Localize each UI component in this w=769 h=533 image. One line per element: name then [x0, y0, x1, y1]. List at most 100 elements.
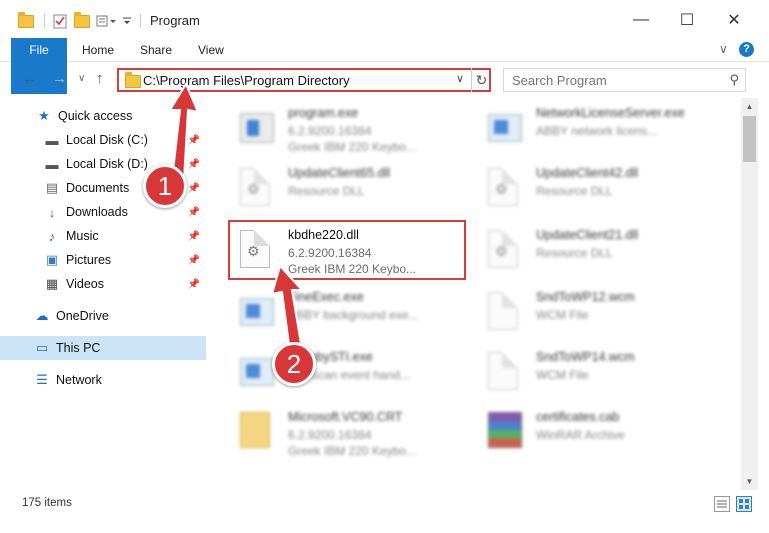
file-item[interactable]: SndToWP12.wcm WCM File [476, 282, 721, 338]
customize-toolbar-icon[interactable] [96, 12, 118, 30]
exe-icon [240, 108, 274, 148]
file-description: WinRAR Archive [536, 428, 625, 442]
status-bar: 175 items [0, 490, 769, 518]
app-icon [240, 292, 274, 332]
file-description: Resource DLL [536, 246, 613, 260]
refresh-icon[interactable]: ↻ [471, 68, 491, 92]
scroll-down-icon[interactable]: ▼ [741, 473, 758, 490]
drive-icon: ▬ [45, 156, 59, 172]
pin-icon: 📌 [187, 134, 200, 146]
file-item[interactable]: certificates.cab WinRAR Archive [476, 402, 721, 458]
pin-icon: 📌 [187, 158, 200, 170]
divider [140, 12, 141, 30]
file-name: SndToWP12.wcm [536, 290, 635, 304]
pin-icon: 📌 [187, 182, 200, 194]
file-description: WCM File [536, 368, 589, 382]
file-list: program.exe 6.2.9200.16384 Greek IBM 220… [218, 96, 740, 486]
chevron-down-icon[interactable] [122, 12, 132, 30]
file-name: UpdateClient21.dll [536, 228, 639, 242]
minimize-button[interactable]: — [618, 5, 664, 35]
back-arrow-icon[interactable]: ← [22, 70, 37, 87]
network-icon: ☰ [36, 372, 48, 387]
file-description: Resource DLL [536, 184, 613, 198]
pictures-icon: ▣ [45, 252, 59, 267]
file-item[interactable]: FineExec.exe ABBY background exe... [228, 282, 473, 338]
vertical-scrollbar[interactable]: ▲ ▼ [741, 98, 758, 490]
nav-item-videos[interactable]: ▦ Videos 📌 [0, 272, 206, 296]
nav-item-label: Local Disk (C:) [66, 133, 148, 147]
onedrive-icon: ☁ [35, 308, 49, 323]
chevron-down-icon[interactable]: ∨ [456, 72, 464, 85]
step-badge-2: 2 [272, 342, 316, 386]
folder-icon[interactable] [18, 11, 34, 30]
nav-item-local-disk-c[interactable]: ▬ Local Disk (C:) 📌 [0, 128, 206, 152]
file-item[interactable]: ScanbySTI.exe STI Scan event hand... [228, 342, 473, 398]
forward-arrow-icon[interactable]: → [52, 70, 67, 87]
properties-icon[interactable] [52, 12, 68, 30]
ribbon-collapse-icon[interactable]: ∨ [719, 42, 728, 56]
dll-icon: ⚙ [488, 168, 522, 208]
file-version: 6.2.9200.16384 [288, 428, 372, 442]
file-item[interactable]: ⚙ UpdateClient65.dll Resource DLL [228, 158, 473, 214]
nav-item-label: Quick access [58, 109, 133, 123]
videos-icon: ▦ [45, 276, 59, 291]
tab-share[interactable]: Share [128, 38, 184, 62]
file-name: certificates.cab [536, 410, 620, 424]
tab-home[interactable]: Home [70, 38, 126, 62]
details-view-icon[interactable] [714, 496, 730, 512]
address-path[interactable]: C:\Program Files\Program Directory [143, 73, 350, 88]
file-description: Resource DLL [288, 184, 365, 198]
music-icon: ♪ [48, 228, 56, 244]
search-icon[interactable]: ⚲ [729, 72, 739, 88]
step-badge-1: 1 [143, 164, 187, 208]
folder-icon [240, 412, 274, 452]
file-item[interactable]: program.exe 6.2.9200.16384 Greek IBM 220… [228, 98, 473, 154]
highlight-box [228, 220, 466, 280]
archive-icon [488, 412, 522, 452]
file-name: program.exe [288, 106, 359, 120]
file-description: Greek IBM 220 Keybo... [288, 140, 417, 154]
file-name: UpdateClient42.dll [536, 166, 639, 180]
nav-item-network[interactable]: ☰ Network [0, 368, 206, 392]
pin-icon: 📌 [187, 278, 200, 290]
file-item[interactable]: Microsoft.VC90.CRT 6.2.9200.16384 Greek … [228, 402, 473, 458]
app-icon [488, 108, 522, 148]
search-input[interactable] [512, 70, 722, 90]
nav-item-label: OneDrive [56, 309, 109, 323]
tab-view[interactable]: View [186, 38, 236, 62]
nav-item-pictures[interactable]: ▣ Pictures 📌 [0, 248, 206, 272]
file-item[interactable]: NetworkLicenseServer.exe ABBY network li… [476, 98, 721, 154]
close-button[interactable]: ✕ [711, 5, 757, 35]
up-arrow-icon[interactable]: ↑ [96, 70, 104, 87]
nav-item-this-pc[interactable]: ▭ This PC [0, 336, 206, 360]
star-icon: ★ [38, 108, 50, 123]
address-bar[interactable]: C:\Program Files\Program Directory ∨ ↻ [117, 68, 491, 92]
downloads-icon: ↓ [48, 204, 56, 220]
nav-item-label: Videos [66, 277, 104, 291]
scrollbar-thumb[interactable] [743, 116, 756, 162]
title-bar: Program — ☐ ✕ [0, 0, 769, 38]
dll-icon: ⚙ [488, 230, 522, 270]
doc-icon [488, 352, 522, 392]
nav-item-quick-access[interactable]: ★ Quick access [0, 104, 206, 128]
file-name: UpdateClient65.dll [288, 166, 391, 180]
file-item[interactable]: SndToWP14.wcm WCM File [476, 342, 721, 398]
navigation-pane: ★ Quick access ▬ Local Disk (C:) 📌 ▬ Loc… [0, 100, 206, 490]
file-item[interactable]: ⚙ UpdateClient42.dll Resource DLL [476, 158, 721, 214]
help-icon[interactable]: ? [739, 42, 754, 57]
nav-item-label: Music [66, 229, 99, 243]
maximize-button[interactable]: ☐ [664, 5, 710, 35]
dll-icon: ⚙ [240, 168, 274, 208]
nav-item-onedrive[interactable]: ☁ OneDrive [0, 304, 206, 328]
nav-item-music[interactable]: ♪ Music 📌 [0, 224, 206, 248]
file-item[interactable]: ⚙ UpdateClient21.dll Resource DLL [476, 220, 721, 276]
scroll-up-icon[interactable]: ▲ [741, 98, 758, 115]
recent-locations-icon[interactable]: ∨ [78, 73, 85, 84]
file-name: SndToWP14.wcm [536, 350, 635, 364]
file-name: Microsoft.VC90.CRT [288, 410, 403, 424]
large-icons-view-icon[interactable] [736, 496, 752, 512]
file-description: ABBY network licens... [536, 124, 658, 138]
new-folder-icon[interactable] [74, 11, 90, 30]
search-box[interactable]: ⚲ [503, 68, 746, 92]
nav-item-label: Local Disk (D:) [66, 157, 148, 171]
